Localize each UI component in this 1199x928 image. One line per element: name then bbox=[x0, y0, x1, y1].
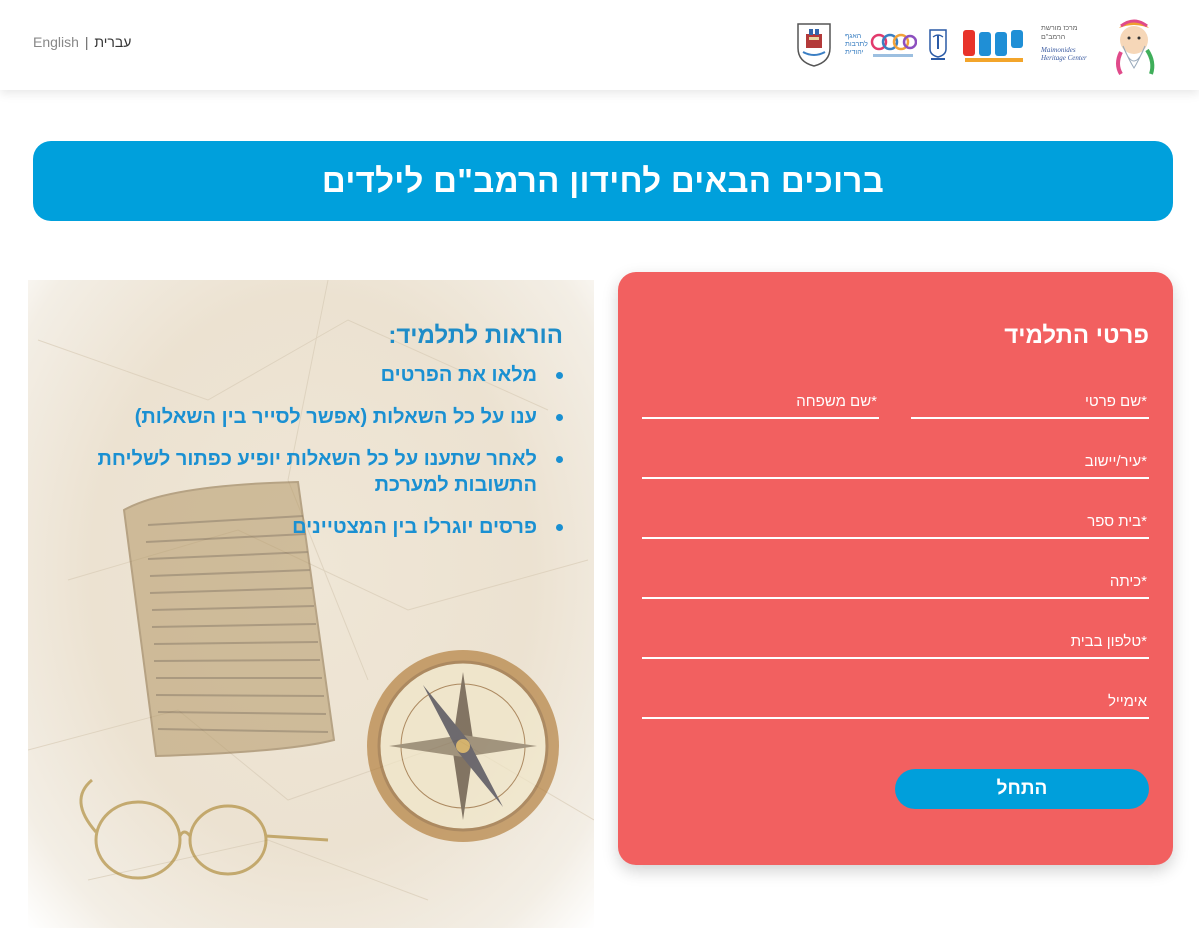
tiberias-municipality-crest bbox=[795, 20, 833, 68]
svg-text:לתרבות: לתרבות bbox=[845, 40, 868, 48]
compass-icon bbox=[367, 650, 559, 842]
start-button[interactable]: התחל bbox=[895, 769, 1149, 809]
site-header: English | עברית האגף לתרבות יהודית מרכז … bbox=[0, 0, 1199, 90]
maimonides-heritage-center-logo: מרכז מורשת הרמב"ם Maimonides Heritage Ce… bbox=[1039, 10, 1159, 78]
instructions-list: מלאו את הפרטים ענו על כל השאלות (אפשר לס… bbox=[63, 362, 563, 540]
svg-text:Heritage Center: Heritage Center bbox=[1040, 54, 1087, 62]
svg-text:הרמב"ם: הרמב"ם bbox=[1041, 34, 1065, 41]
partner-logos: האגף לתרבות יהודית מרכז מורשת הרמב"ם Mai… bbox=[795, 10, 1159, 78]
page-title: ברוכים הבאים לחידון הרמב"ם לילדים bbox=[321, 162, 885, 199]
instructions-heading: הוראות לתלמיד: bbox=[388, 322, 563, 349]
student-details-form: פרטי התלמיד התחל bbox=[618, 272, 1173, 865]
first-name-field-wrapper bbox=[911, 389, 1149, 419]
svg-text:האגף: האגף bbox=[845, 33, 861, 40]
list-item: ענו על כל השאלות (אפשר לסייר בין השאלות) bbox=[63, 404, 563, 430]
last-name-field-wrapper bbox=[642, 389, 879, 419]
eyeglasses-icon bbox=[79, 778, 329, 880]
first-name-field[interactable] bbox=[911, 389, 1149, 417]
welcome-banner: ברוכים הבאים לחידון הרמב"ם לילדים bbox=[33, 141, 1173, 221]
svg-text:Maimonides: Maimonides bbox=[1040, 46, 1076, 54]
city-field[interactable] bbox=[642, 449, 1149, 477]
email-field-wrapper bbox=[642, 689, 1149, 719]
lang-english-link[interactable]: English bbox=[33, 34, 79, 50]
email-field[interactable] bbox=[642, 689, 1149, 717]
student-instructions: הוראות לתלמיד: מלאו את הפרטים ענו על כל … bbox=[63, 322, 563, 556]
home-phone-field[interactable] bbox=[642, 629, 1149, 657]
hemed-logo bbox=[959, 22, 1029, 66]
form-title: פרטי התלמיד bbox=[1004, 322, 1149, 349]
phone-field-wrapper bbox=[642, 629, 1149, 659]
israel-emblem-logo bbox=[927, 27, 949, 61]
lang-separator: | bbox=[84, 34, 89, 50]
language-switcher: English | עברית bbox=[33, 34, 131, 50]
list-item: מלאו את הפרטים bbox=[63, 362, 563, 388]
last-name-field[interactable] bbox=[642, 389, 879, 417]
jewish-culture-logo: האגף לתרבות יהודית bbox=[843, 26, 917, 62]
class-field-wrapper bbox=[642, 569, 1149, 599]
class-field[interactable] bbox=[642, 569, 1149, 597]
lang-hebrew-link[interactable]: עברית bbox=[94, 34, 131, 50]
city-field-wrapper bbox=[642, 449, 1149, 479]
svg-text:יהודית: יהודית bbox=[845, 49, 864, 56]
list-item: לאחר שתענו על כל השאלות יופיע כפתור לשלי… bbox=[63, 446, 563, 498]
svg-text:מרכז מורשת: מרכז מורשת bbox=[1041, 25, 1078, 32]
school-field-wrapper bbox=[642, 509, 1149, 539]
list-item: פרסים יוגרלו בין המצטיינים bbox=[63, 514, 563, 540]
school-field[interactable] bbox=[642, 509, 1149, 537]
